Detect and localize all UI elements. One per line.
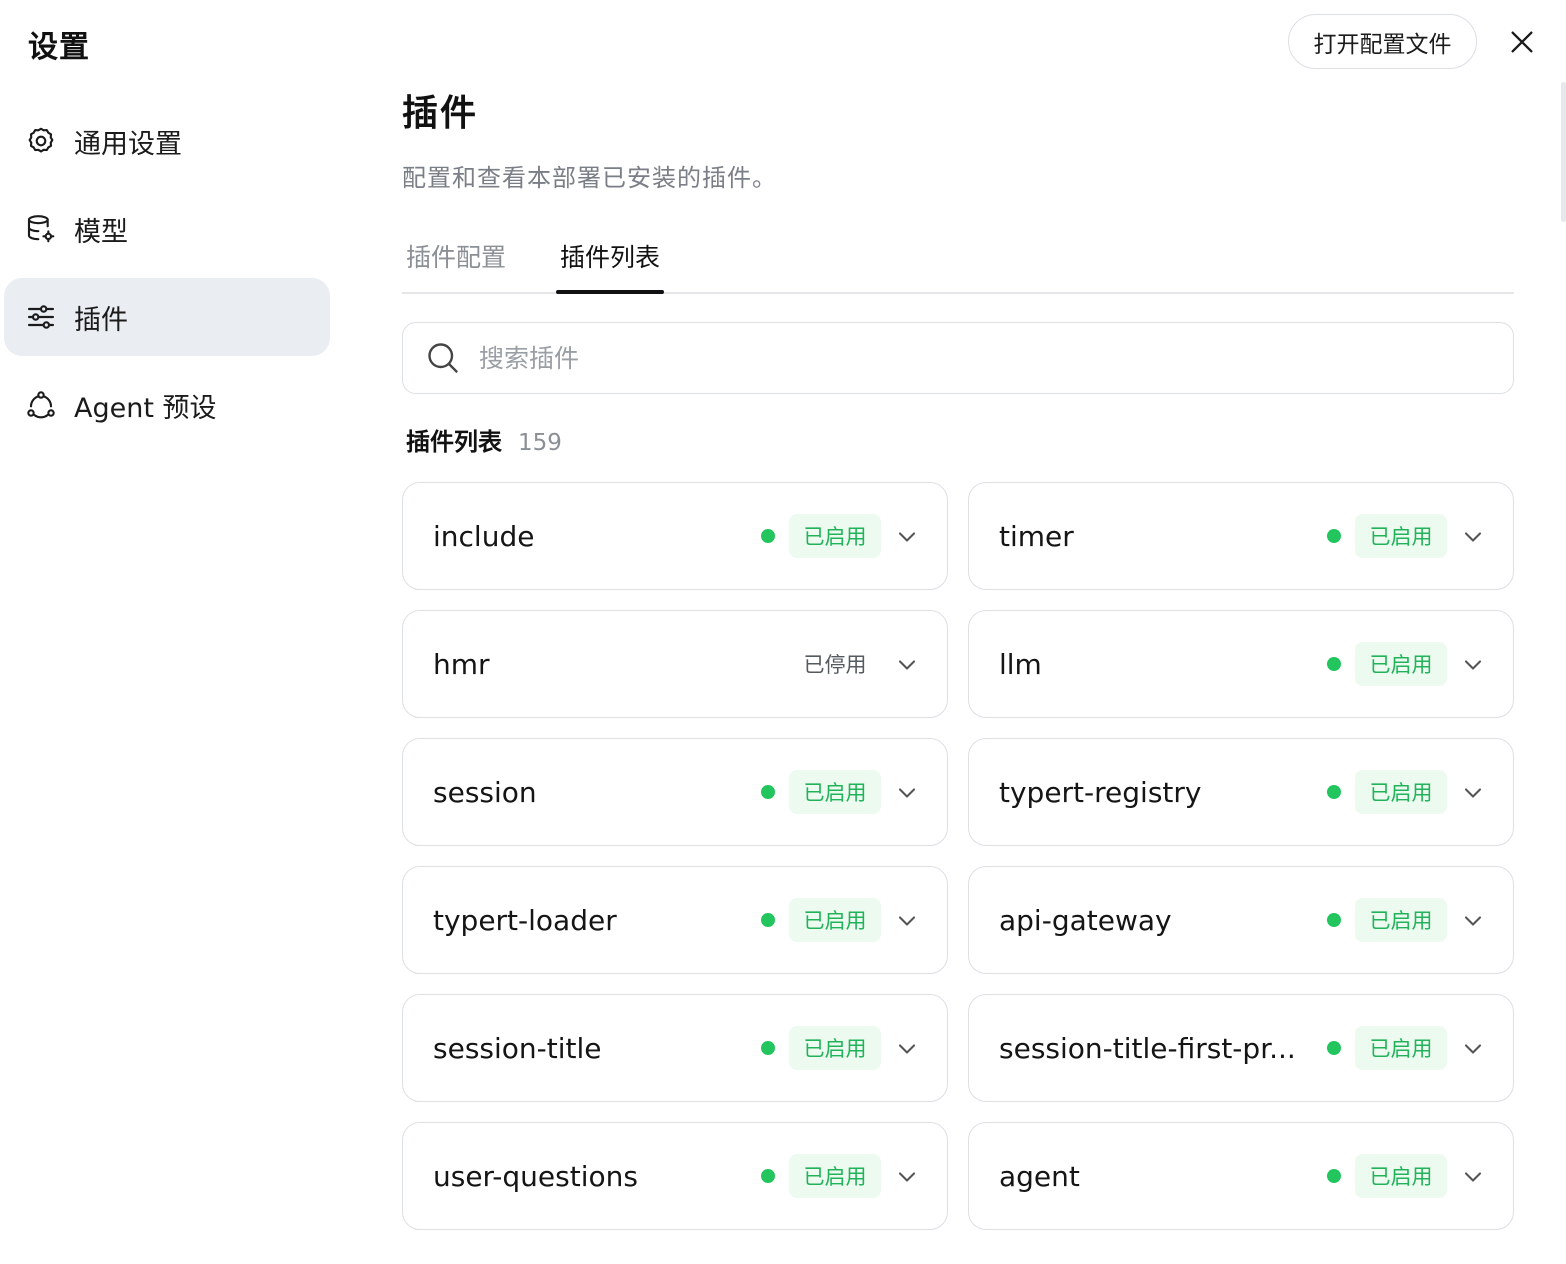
tab-plugin-list[interactable]: 插件列表	[555, 236, 665, 294]
sidebar-item-label: Agent 预设	[74, 392, 217, 424]
status-dot	[761, 785, 775, 799]
chevron-down-icon[interactable]	[1459, 1035, 1487, 1063]
gear-icon	[24, 124, 58, 158]
plugin-card[interactable]: hmr 已停用	[402, 610, 948, 718]
plugin-name: session-title	[433, 1032, 602, 1065]
status-dot	[1327, 657, 1341, 671]
chevron-down-icon[interactable]	[893, 651, 921, 679]
status-dot	[761, 529, 775, 543]
plugin-name: typert-registry	[999, 776, 1202, 809]
status-badge: 已启用	[1355, 1026, 1447, 1070]
sidebar-item-label: 通用设置	[74, 128, 182, 160]
sidebar-item-general[interactable]: 通用设置	[4, 102, 330, 180]
plugin-name: hmr	[433, 648, 490, 681]
plugin-name: timer	[999, 520, 1074, 553]
sidebar-item-agent-presets[interactable]: Agent 预设	[4, 366, 330, 444]
chevron-down-icon[interactable]	[893, 523, 921, 551]
chevron-down-icon[interactable]	[893, 1035, 921, 1063]
plugin-name: session	[433, 776, 537, 809]
agent-network-icon	[24, 388, 58, 422]
status-badge: 已启用	[789, 514, 881, 558]
plugin-card[interactable]: api-gateway 已启用	[968, 866, 1514, 974]
status-dot	[761, 1169, 775, 1183]
chevron-down-icon[interactable]	[1459, 779, 1487, 807]
scrollbar[interactable]	[1561, 82, 1566, 222]
chevron-down-icon[interactable]	[893, 907, 921, 935]
plugin-list-title: 插件列表	[406, 428, 502, 456]
plugin-card[interactable]: typert-loader 已启用	[402, 866, 948, 974]
sidebar-item-label: 模型	[74, 216, 128, 248]
plugin-card[interactable]: include 已启用	[402, 482, 948, 590]
status-dot	[761, 913, 775, 927]
chevron-down-icon[interactable]	[1459, 523, 1487, 551]
plugin-card[interactable]: llm 已启用	[968, 610, 1514, 718]
settings-window: 设置 通用设置 模型 插件 Agent 预设 打开配置文件 插件 配置和查看本部…	[0, 0, 1566, 1264]
plugin-card[interactable]: timer 已启用	[968, 482, 1514, 590]
status-badge: 已启用	[789, 1026, 881, 1070]
chevron-down-icon[interactable]	[893, 779, 921, 807]
plugin-name: typert-loader	[433, 904, 617, 937]
plugin-name: session-title-first-pr...	[999, 1032, 1296, 1065]
status-badge: 已启用	[1355, 642, 1447, 686]
search-icon	[428, 343, 458, 373]
chevron-down-icon[interactable]	[1459, 907, 1487, 935]
status-dot	[1327, 785, 1341, 799]
status-badge: 已启用	[789, 1154, 881, 1198]
plugin-card[interactable]: session-title 已启用	[402, 994, 948, 1102]
chevron-down-icon[interactable]	[1459, 1163, 1487, 1191]
status-badge: 已启用	[789, 898, 881, 942]
plugin-name: user-questions	[433, 1160, 638, 1193]
plugin-card[interactable]: agent 已启用	[968, 1122, 1514, 1230]
search-input[interactable]	[479, 343, 1379, 373]
sidebar-title: 设置	[28, 30, 90, 65]
plugin-name: llm	[999, 648, 1042, 681]
plugin-name: agent	[999, 1160, 1080, 1193]
chevron-down-icon[interactable]	[1459, 651, 1487, 679]
sidebar-item-label: 插件	[74, 304, 128, 336]
sidebar-item-plugins[interactable]: 插件	[4, 278, 330, 356]
plugin-name: include	[433, 520, 535, 553]
sliders-icon	[24, 300, 58, 334]
tab-bar: 插件配置 插件列表	[402, 236, 1514, 294]
plugin-card[interactable]: session 已启用	[402, 738, 948, 846]
status-badge: 已启用	[789, 770, 881, 814]
status-dot	[761, 1041, 775, 1055]
status-badge: 已启用	[1355, 514, 1447, 558]
status-badge: 已启用	[1355, 770, 1447, 814]
status-dot	[1327, 913, 1341, 927]
status-badge: 已启用	[1355, 898, 1447, 942]
plugin-card[interactable]: session-title-first-pr... 已启用	[968, 994, 1514, 1102]
plugin-count: 159	[518, 430, 562, 456]
chevron-down-icon[interactable]	[893, 1163, 921, 1191]
plugin-card[interactable]: typert-registry 已启用	[968, 738, 1514, 846]
status-badge: 已启用	[1355, 1154, 1447, 1198]
tab-plugin-config[interactable]: 插件配置	[404, 236, 508, 292]
main-content: 插件 配置和查看本部署已安装的插件。 插件配置 插件列表 插件列表 159 in…	[402, 0, 1514, 1264]
status-badge: 已停用	[803, 653, 867, 677]
status-dot	[1327, 1169, 1341, 1183]
status-dot	[1327, 1041, 1341, 1055]
status-dot	[1327, 529, 1341, 543]
sidebar-item-models[interactable]: 模型	[4, 190, 330, 268]
database-gear-icon	[24, 212, 58, 246]
page-title: 插件	[402, 93, 479, 134]
plugin-list-header: 插件列表 159	[406, 422, 562, 457]
search-box[interactable]	[402, 322, 1514, 394]
sidebar: 设置 通用设置 模型 插件 Agent 预设	[0, 0, 345, 1264]
plugin-name: api-gateway	[999, 904, 1172, 937]
plugin-card[interactable]: user-questions 已启用	[402, 1122, 948, 1230]
page-description: 配置和查看本部署已安装的插件。	[402, 164, 777, 192]
